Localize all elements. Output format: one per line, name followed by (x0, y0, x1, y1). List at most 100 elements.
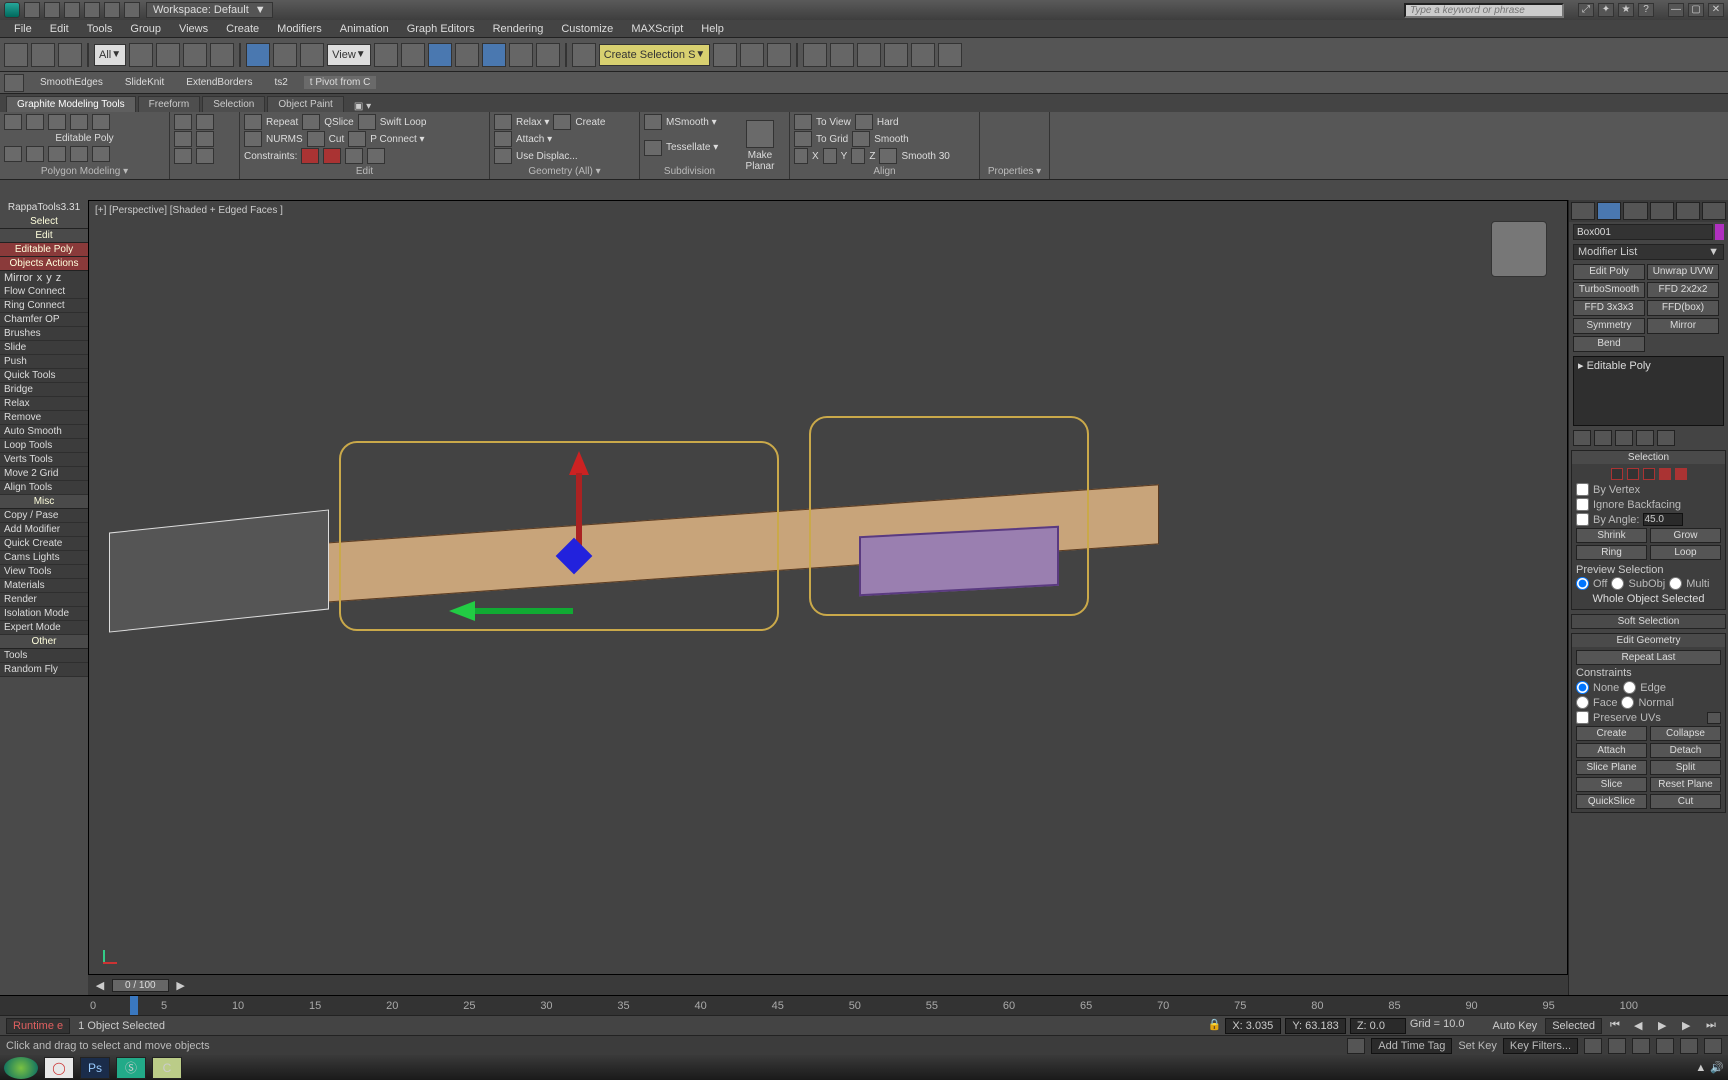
item-cams-lights[interactable]: Cams Lights (0, 551, 88, 565)
track-bar[interactable]: 0510152025303540455055606570758085909510… (0, 995, 1728, 1015)
angle-snap-icon[interactable] (455, 43, 479, 67)
qat-new-icon[interactable] (24, 2, 40, 18)
menu-maxscript[interactable]: MAXScript (623, 22, 691, 36)
select-scale-icon[interactable] (300, 43, 324, 67)
menu-file[interactable]: File (6, 22, 40, 36)
radio-preview-sub[interactable] (1611, 577, 1624, 590)
btn-loop[interactable]: Loop (1650, 545, 1721, 560)
tab-object-paint[interactable]: Object Paint (267, 96, 343, 112)
btn-grow[interactable]: Grow (1650, 528, 1721, 543)
item-loop-tools[interactable]: Loop Tools (0, 439, 88, 453)
qat-link-icon[interactable] (124, 2, 140, 18)
use-pivot-icon[interactable] (374, 43, 398, 67)
tool-slide-knit[interactable]: SlideKnit (119, 76, 170, 89)
align-y-icon[interactable] (823, 148, 837, 164)
mod-unwrap[interactable]: Unwrap UVW (1647, 264, 1719, 280)
menu-customize[interactable]: Customize (553, 22, 621, 36)
cp-tab-motion-icon[interactable] (1650, 202, 1674, 220)
btn-slice-plane[interactable]: Slice Plane (1576, 760, 1647, 775)
btn-objects-actions[interactable]: Objects Actions (0, 257, 88, 271)
close-button[interactable]: ✕ (1708, 3, 1724, 17)
play-end-icon[interactable]: ⏭ (1706, 1019, 1722, 1032)
qat-save-icon[interactable] (64, 2, 80, 18)
next-frame-icon[interactable]: ▶ (175, 979, 187, 992)
tool-pivot-from-c[interactable]: t Pivot from C (304, 76, 377, 89)
radio-preview-multi[interactable] (1669, 577, 1682, 590)
coord-x-field[interactable]: X: 3.035 (1225, 1018, 1281, 1034)
set-key-button[interactable]: Set Key (1458, 1040, 1497, 1052)
align-z-icon[interactable] (851, 148, 865, 164)
select-move-icon[interactable] (246, 43, 270, 67)
item-bridge[interactable]: Bridge (0, 383, 88, 397)
taskbar-app-icon[interactable]: C (152, 1057, 182, 1079)
tab-selection[interactable]: Selection (202, 96, 265, 112)
rollout-title[interactable]: Selection (1572, 451, 1725, 464)
item-materials[interactable]: Materials (0, 579, 88, 593)
auto-key-button[interactable]: Auto Key (1493, 1020, 1538, 1032)
render-production-icon[interactable] (911, 43, 935, 67)
nav-zoom-extents-icon[interactable] (1632, 1038, 1650, 1054)
named-selection-set[interactable]: Create Selection S ▼ (599, 44, 711, 66)
render-setup-icon[interactable] (857, 43, 881, 67)
so-border-icon[interactable] (1643, 468, 1655, 480)
item-isolation-mode[interactable]: Isolation Mode (0, 607, 88, 621)
pin-stack-icon[interactable] (1573, 430, 1591, 446)
favorite-icon[interactable]: ★ (1618, 3, 1634, 17)
so-edge-icon[interactable] (1627, 468, 1639, 480)
edit-named-sel-icon[interactable] (536, 43, 560, 67)
remove-modifier-icon[interactable] (1636, 430, 1654, 446)
radio-c-none[interactable] (1576, 681, 1589, 694)
viewport-perspective[interactable]: [+] [Perspective] [Shaded + Edged Faces … (88, 200, 1568, 975)
so-icon[interactable] (26, 146, 44, 162)
menu-modifiers[interactable]: Modifiers (269, 22, 330, 36)
nav-orbit-icon[interactable] (1680, 1038, 1698, 1054)
so-icon[interactable] (70, 146, 88, 162)
spinner-snap-icon[interactable] (509, 43, 533, 67)
menu-tools[interactable]: Tools (79, 22, 121, 36)
panel-foot[interactable]: Polygon Modeling ▾ (4, 165, 165, 177)
menu-graph-editors[interactable]: Graph Editors (399, 22, 483, 36)
key-filters-button[interactable]: Key Filters... (1503, 1038, 1578, 1054)
listener-error[interactable]: Runtime e (6, 1018, 70, 1034)
help-icon[interactable]: ? (1638, 3, 1654, 17)
radio-c-normal[interactable] (1621, 696, 1634, 709)
panel-foot[interactable]: Align (794, 165, 975, 177)
tessellate-icon[interactable] (644, 140, 662, 156)
ring-spinner-icon[interactable] (196, 148, 214, 164)
to-grid-icon[interactable] (794, 131, 812, 147)
key-mode-drop[interactable]: Selected (1545, 1018, 1602, 1034)
taskbar-3dsmax-icon[interactable]: Ⓢ (116, 1057, 146, 1079)
qat-undo-icon[interactable] (84, 2, 100, 18)
qat-redo-icon[interactable] (104, 2, 120, 18)
object-color-swatch[interactable] (1715, 224, 1724, 240)
constraint-icon[interactable] (345, 148, 363, 164)
link-icon[interactable] (58, 43, 82, 67)
rect-select-icon[interactable] (183, 43, 207, 67)
item-quick-tools[interactable]: Quick Tools (0, 369, 88, 383)
view-cube[interactable] (1491, 221, 1547, 277)
curve-editor-icon[interactable] (767, 43, 791, 67)
layers-icon[interactable] (740, 43, 764, 67)
lock-icon[interactable]: 🔒 (1208, 1018, 1222, 1034)
chk-preserve-uvs[interactable] (1576, 711, 1589, 724)
item-random-fly[interactable]: Random Fly (0, 663, 88, 677)
angle-value-field[interactable] (1643, 513, 1683, 526)
item-brushes[interactable]: Brushes (0, 327, 88, 341)
qslice-icon[interactable] (302, 114, 320, 130)
select-by-name-icon[interactable] (156, 43, 180, 67)
menu-group[interactable]: Group (122, 22, 169, 36)
menu-rendering[interactable]: Rendering (485, 22, 552, 36)
so-vertex-icon[interactable] (1611, 468, 1623, 480)
item-render[interactable]: Render (0, 593, 88, 607)
item-remove[interactable]: Remove (0, 411, 88, 425)
material-editor-icon[interactable] (830, 43, 854, 67)
panel-foot[interactable]: Subdivision (644, 165, 735, 177)
border-so-icon[interactable] (48, 114, 66, 130)
preserve-settings-icon[interactable] (1707, 712, 1721, 724)
btn-quickslice[interactable]: QuickSlice (1576, 794, 1647, 809)
tab-freeform[interactable]: Freeform (138, 96, 201, 112)
chk-ignore-backfacing[interactable] (1576, 498, 1589, 511)
cp-tab-utilities-icon[interactable] (1702, 202, 1726, 220)
prev-frame-icon[interactable]: ◀ (94, 979, 106, 992)
radio-preview-off[interactable] (1576, 577, 1589, 590)
